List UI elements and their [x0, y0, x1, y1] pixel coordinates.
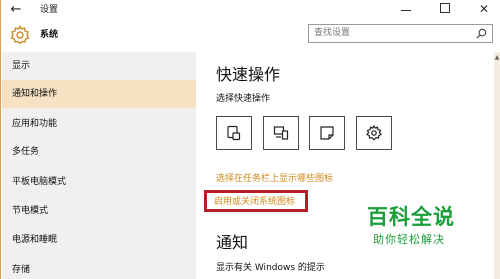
- search-icon[interactable]: [476, 28, 487, 39]
- settings-window: ← 设置 ✕ 系统 查找设置 显示 通知和操作 应用和功能 多任务 平板电脑模式…: [0, 0, 500, 279]
- taskbar-icons-link[interactable]: 选择在任务栏上显示哪些图标: [216, 172, 333, 186]
- windows-tips-label: 显示有关 Windows 的提示: [216, 263, 325, 273]
- connect-icon: [273, 126, 289, 140]
- back-button[interactable]: ←: [8, 2, 24, 18]
- quick-action-tile-1[interactable]: [216, 116, 252, 150]
- tablet-mode-icon: [227, 125, 241, 141]
- note-icon: [320, 126, 334, 140]
- section-title: 系统: [40, 30, 59, 40]
- sidebar-item-tablet-mode[interactable]: 平板电脑模式: [2, 168, 196, 196]
- quick-actions-subheading: 选择快速操作: [216, 94, 271, 104]
- watermark-subtitle: 助你轻松解决: [373, 233, 445, 246]
- sidebar-item-multitasking[interactable]: 多任务: [2, 138, 196, 166]
- system-icons-link[interactable]: 启用或关闭系统图标: [214, 196, 295, 208]
- gear-icon: [10, 25, 30, 45]
- sidebar-item-battery-saver[interactable]: 节电模式: [2, 197, 196, 225]
- notifications-heading: 通知: [216, 233, 249, 252]
- scrollbar[interactable]: [494, 52, 500, 279]
- quick-action-tile-2[interactable]: [263, 116, 299, 150]
- search-placeholder: 查找设置: [314, 28, 351, 38]
- quick-action-tile-4[interactable]: [356, 116, 392, 150]
- sidebar-item-apps-features[interactable]: 应用和功能: [2, 110, 196, 138]
- sidebar-item-display[interactable]: 显示: [2, 52, 196, 80]
- close-button[interactable]: ✕: [477, 1, 491, 17]
- settings-icon: [366, 125, 382, 141]
- sidebar: 显示 通知和操作 应用和功能 多任务 平板电脑模式 节电模式 电源和睡眠 存储: [2, 52, 196, 279]
- minimize-button[interactable]: [400, 2, 414, 16]
- sidebar-item-power-sleep[interactable]: 电源和睡眠: [2, 226, 196, 254]
- sidebar-item-storage[interactable]: 存储: [2, 256, 196, 279]
- quick-action-tile-3[interactable]: [309, 116, 345, 150]
- scroll-up-arrow[interactable]: ▲: [493, 53, 500, 63]
- title-bar: ← 设置 ✕: [2, 0, 500, 20]
- watermark-title: 百科全说: [367, 205, 455, 229]
- quick-actions-heading: 快速操作: [216, 65, 281, 84]
- maximize-button[interactable]: [440, 3, 450, 13]
- sidebar-item-notifications-actions[interactable]: 通知和操作: [2, 80, 196, 108]
- search-input[interactable]: 查找设置: [308, 24, 493, 43]
- window-title: 设置: [40, 5, 59, 15]
